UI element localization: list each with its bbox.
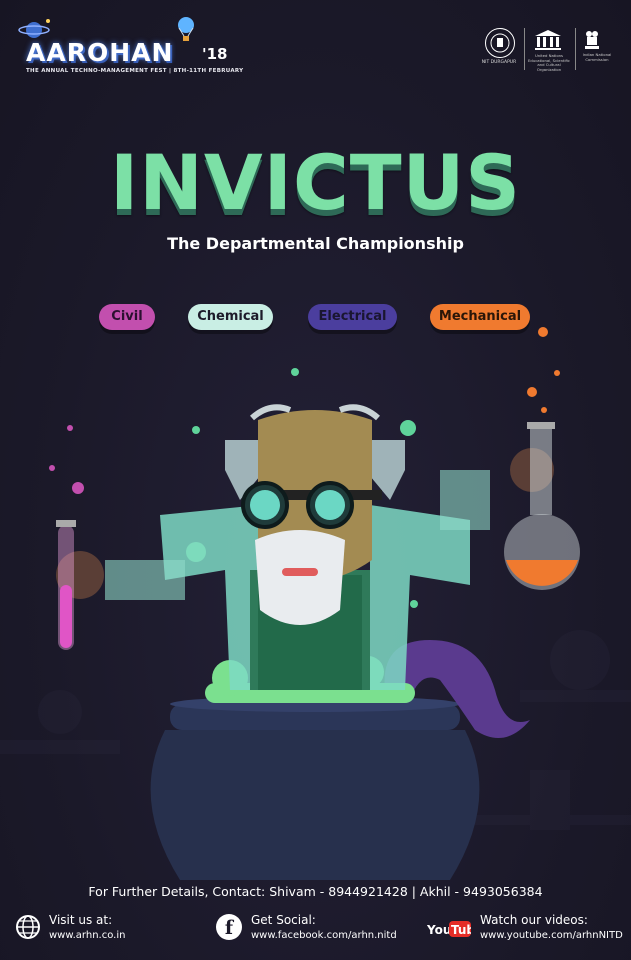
poster: AAROHAN '18 THE ANNUAL TECHNO-MANAGEMENT… bbox=[0, 0, 631, 960]
globe-icon bbox=[16, 915, 40, 939]
website-link[interactable]: www.arhn.co.in bbox=[49, 930, 125, 941]
unesco-temple-icon bbox=[535, 30, 561, 50]
partner-logos: NIT DURGAPUR United Nations Educational,… bbox=[477, 28, 617, 74]
mad-scientist-illustration bbox=[0, 327, 631, 880]
logo-divider bbox=[575, 28, 576, 70]
svg-text:Tube: Tube bbox=[451, 923, 471, 937]
event-subtitle: The Departmental Championship bbox=[167, 234, 464, 253]
footer: Visit us at: www.arhn.co.in f Get Social… bbox=[0, 910, 631, 960]
emblem-label: Indian National Commission bbox=[582, 52, 612, 62]
videos-label: Watch our videos: bbox=[480, 913, 588, 927]
cauldron bbox=[150, 696, 480, 880]
youtube-icon[interactable]: You Tube bbox=[427, 920, 471, 938]
social-label: Get Social: bbox=[251, 913, 316, 927]
facebook-link[interactable]: www.facebook.com/arhn.nitd bbox=[251, 930, 397, 941]
brand-tagline: THE ANNUAL TECHNO-MANAGEMENT FEST | 8TH-… bbox=[26, 68, 244, 74]
aarohan-logo[interactable]: AAROHAN '18 THE ANNUAL TECHNO-MANAGEMENT… bbox=[14, 16, 243, 76]
nit-label: NIT DURGAPUR bbox=[481, 60, 517, 65]
scientist bbox=[56, 404, 580, 690]
unesco-label: United Nations Educational, Scientific a… bbox=[527, 53, 571, 72]
brand-name: AAROHAN bbox=[26, 38, 174, 67]
national-emblem-icon bbox=[585, 31, 599, 49]
brand-year: '18 bbox=[202, 45, 228, 63]
event-title: INVICTUS bbox=[109, 138, 522, 227]
nit-durgapur-seal-icon bbox=[485, 28, 515, 58]
svg-text:You: You bbox=[427, 923, 451, 937]
contact-details: For Further Details, Contact: Shivam - 8… bbox=[88, 884, 543, 899]
balloon-icon bbox=[178, 17, 194, 41]
visit-label: Visit us at: bbox=[49, 913, 113, 927]
facebook-icon[interactable]: f bbox=[216, 914, 242, 940]
youtube-link[interactable]: www.youtube.com/arhnNITD bbox=[480, 930, 623, 941]
